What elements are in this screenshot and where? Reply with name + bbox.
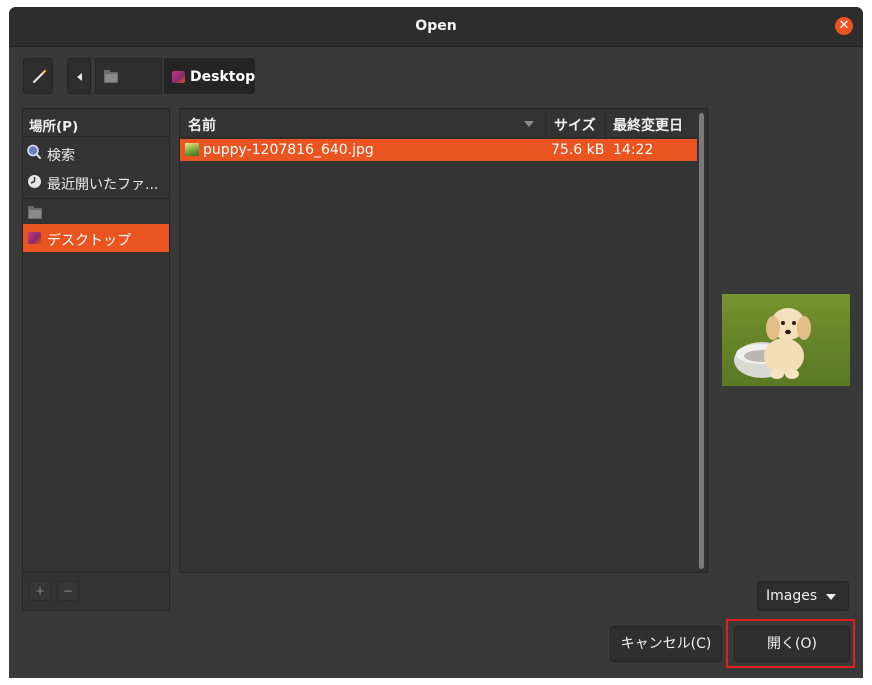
file-name: puppy-1207816_640.jpg xyxy=(203,142,374,158)
places-sidebar: 場所(P) 検索 最近開いたファ... デスクトップ + − xyxy=(22,108,170,611)
column-header-name[interactable]: 名前 xyxy=(180,109,546,138)
column-header-label: 名前 xyxy=(188,118,216,134)
breadcrumb-desktop-label: Desktop xyxy=(190,69,256,85)
sidebar-item-label: 最近開いたファ... xyxy=(47,177,159,193)
add-bookmark-button[interactable]: + xyxy=(29,581,51,601)
sidebar-item-search[interactable]: 検索 xyxy=(23,139,169,167)
desktop-icon xyxy=(172,71,185,83)
folder-icon xyxy=(104,70,118,83)
open-button[interactable]: 開く(O) xyxy=(734,626,850,662)
column-header-size[interactable]: サイズ xyxy=(546,109,606,138)
file-size: 75.6 kB xyxy=(551,142,605,158)
file-list-scrollbar[interactable] xyxy=(699,113,704,569)
recent-icon xyxy=(28,175,41,188)
column-header-label: サイズ xyxy=(554,118,596,134)
file-open-dialog: Open ✕ Desktop 場所(P) 検索 最近開いたファ... デスクトッ… xyxy=(9,7,863,678)
sidebar-item-label: 検索 xyxy=(47,148,75,164)
chevron-left-icon xyxy=(77,73,82,81)
breadcrumb-home[interactable] xyxy=(95,58,162,94)
column-header-modified[interactable]: 最終変更日 xyxy=(606,109,697,138)
sidebar-item-home[interactable] xyxy=(23,199,169,227)
scrollbar-thumb[interactable] xyxy=(699,113,704,569)
places-header-label: 場所(P) xyxy=(29,119,79,135)
file-type-filter[interactable]: Images xyxy=(757,581,849,611)
dialog-title: Open xyxy=(415,18,457,34)
folder-icon xyxy=(28,206,42,219)
file-list[interactable]: 名前 サイズ 最終変更日 puppy-1207816_640.jpg 75.6 … xyxy=(179,108,708,573)
breadcrumb-desktop[interactable]: Desktop xyxy=(164,58,255,94)
remove-bookmark-button[interactable]: − xyxy=(57,581,79,601)
sidebar-item-label: デスクトップ xyxy=(47,233,131,249)
pencil-icon xyxy=(32,69,47,84)
sidebar-item-recent[interactable]: 最近開いたファ... xyxy=(23,168,169,196)
edit-location-button[interactable] xyxy=(23,58,53,94)
puppy-preview-image xyxy=(722,294,850,386)
image-preview xyxy=(722,294,850,386)
path-back-button[interactable] xyxy=(67,58,91,94)
cancel-button[interactable]: キャンセル(C) xyxy=(610,626,722,662)
search-icon xyxy=(27,144,41,159)
column-header-label: 最終変更日 xyxy=(613,118,683,134)
sidebar-item-desktop[interactable]: デスクトップ xyxy=(23,224,169,252)
file-row[interactable]: puppy-1207816_640.jpg 75.6 kB 14:22 xyxy=(180,139,697,161)
image-file-icon xyxy=(185,143,199,156)
close-button[interactable]: ✕ xyxy=(835,17,853,35)
chevron-down-icon xyxy=(826,594,836,600)
desktop-icon xyxy=(28,232,41,244)
places-header: 場所(P) xyxy=(23,109,169,137)
file-modified: 14:22 xyxy=(613,142,654,158)
file-type-filter-label: Images xyxy=(766,588,818,604)
sort-down-icon xyxy=(524,121,534,127)
sidebar-footer: + − xyxy=(23,571,169,611)
title-bar: Open ✕ xyxy=(9,7,863,47)
